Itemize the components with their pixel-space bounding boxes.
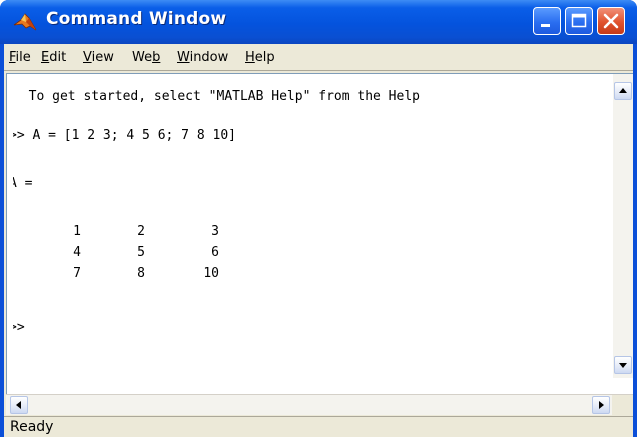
window-client-area: File Edit View Web Window Help To get st… <box>4 44 633 437</box>
matrix-cell: 6 <box>211 245 219 260</box>
minimize-button[interactable] <box>533 7 561 35</box>
status-bar: Ready <box>4 416 633 437</box>
menu-view[interactable]: View <box>83 50 114 65</box>
close-icon <box>603 13 619 29</box>
menu-edit[interactable]: Edit <box>41 50 66 65</box>
menu-window[interactable]: Window <box>177 50 228 65</box>
menu-web-label: We <box>132 50 153 65</box>
matrix-cell: 5 <box>137 245 145 260</box>
menu-file[interactable]: File <box>9 50 31 65</box>
result-label: A = <box>13 176 33 191</box>
intro-text: To get started, select "MATLAB Help" fro… <box>13 89 420 104</box>
menu-web[interactable]: Web <box>132 50 160 65</box>
matrix-cell: 7 <box>73 266 81 281</box>
menu-web-mnemonic: b <box>152 50 161 65</box>
menu-view-label: iew <box>91 50 114 65</box>
menu-window-mnemonic: W <box>177 50 190 65</box>
matrix-cell: 3 <box>211 224 219 239</box>
scroll-left-button[interactable] <box>10 396 28 414</box>
scrollbar-corner <box>612 395 633 415</box>
scroll-left-icon <box>16 401 21 409</box>
matrix-cell: 8 <box>137 266 145 281</box>
console-output[interactable]: To get started, select "MATLAB Help" fro… <box>13 74 613 394</box>
console-area[interactable]: To get started, select "MATLAB Help" fro… <box>6 73 633 394</box>
matrix-cell: 1 <box>73 224 81 239</box>
maximize-button[interactable] <box>565 7 593 35</box>
window-title: Command Window <box>46 9 227 29</box>
matrix-cell: 2 <box>137 224 145 239</box>
matrix-cell: 10 <box>203 266 219 281</box>
vertical-scrollbar[interactable] <box>613 74 633 378</box>
matrix-cell: 4 <box>73 245 81 260</box>
scroll-down-icon <box>619 363 627 368</box>
minimize-icon <box>541 24 550 27</box>
command-line: >> A = [1 2 3; 4 5 6; 7 8 10] <box>13 128 236 143</box>
scroll-down-button[interactable] <box>614 356 632 374</box>
menu-window-label: indow <box>189 50 229 65</box>
scroll-right-button[interactable] <box>592 396 610 414</box>
horizontal-scrollbar[interactable] <box>6 394 633 415</box>
scroll-up-button[interactable] <box>614 82 632 100</box>
close-button[interactable] <box>597 7 625 35</box>
menu-help[interactable]: Help <box>245 50 275 65</box>
menu-file-label: ile <box>15 50 31 65</box>
menu-edit-label: dit <box>49 50 67 65</box>
menu-edit-mnemonic: E <box>41 50 50 65</box>
command-window: Command Window File Edit View Web Window… <box>0 0 637 437</box>
menu-help-mnemonic: H <box>245 50 255 65</box>
menu-bar: File Edit View Web Window Help <box>4 44 633 71</box>
menu-divider <box>4 70 633 71</box>
status-text: Ready <box>10 419 54 435</box>
scroll-up-icon <box>619 88 627 93</box>
menu-view-mnemonic: V <box>83 50 92 65</box>
menu-help-label: elp <box>254 50 275 65</box>
maximize-icon <box>571 13 587 28</box>
scroll-right-icon <box>599 401 604 409</box>
command-prompt[interactable]: >> <box>13 320 25 335</box>
title-bar[interactable]: Command Window <box>0 0 637 44</box>
matlab-logo-icon <box>12 10 38 34</box>
